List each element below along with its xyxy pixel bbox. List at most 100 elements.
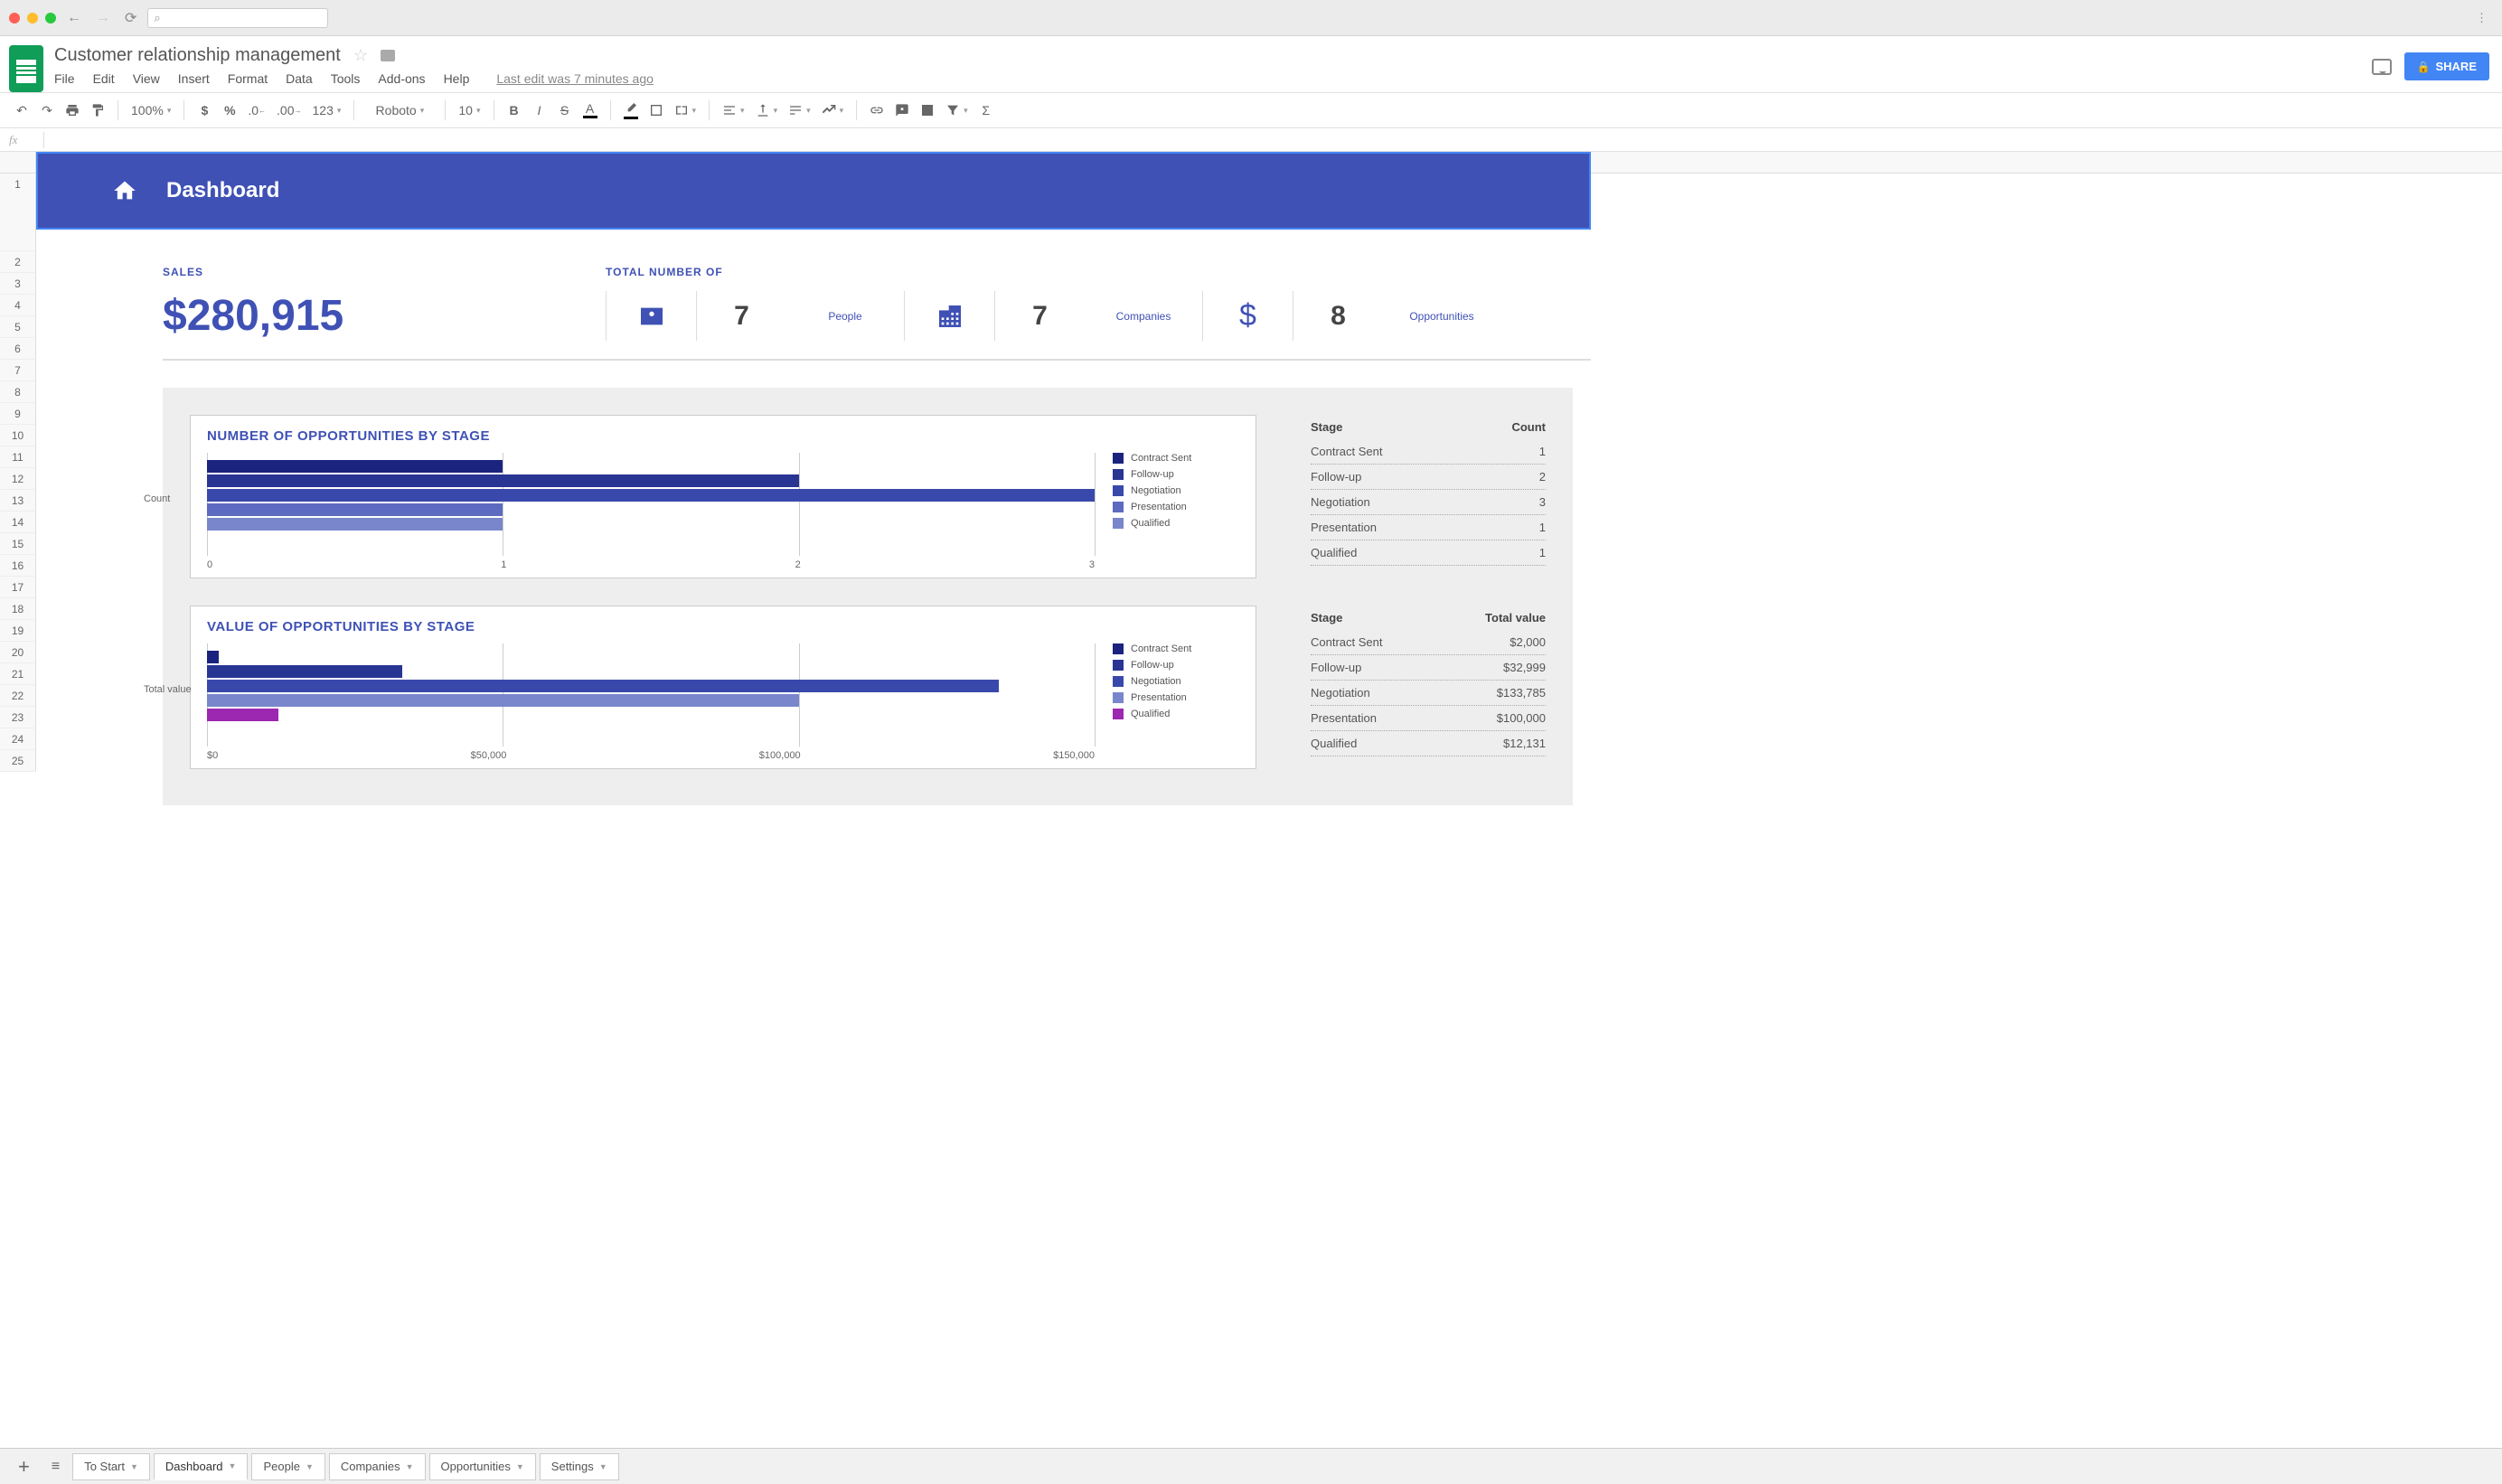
italic-icon[interactable]: I (529, 98, 550, 123)
functions-icon[interactable]: Σ (975, 98, 997, 123)
window-max-dot[interactable] (45, 13, 56, 23)
row-header[interactable]: 21 (0, 663, 36, 685)
doc-title[interactable]: Customer relationship management (54, 45, 341, 66)
sheet-tab[interactable]: Companies▼ (329, 1453, 426, 1480)
reload-icon[interactable]: ⟳ (121, 9, 140, 27)
folder-move-icon[interactable] (381, 50, 395, 61)
table-cell: Contract Sent (1311, 445, 1383, 458)
add-sheet-icon[interactable]: + (9, 1455, 39, 1479)
borders-icon[interactable] (645, 98, 667, 123)
strike-icon[interactable]: S (554, 98, 576, 123)
row-header[interactable]: 3 (0, 273, 36, 295)
share-button[interactable]: 🔒 SHARE (2404, 52, 2489, 80)
back-icon[interactable]: ← (63, 10, 85, 26)
charts-zone: NUMBER OF OPPORTUNITIES BY STAGECount012… (163, 388, 1573, 805)
redo-icon[interactable]: ↷ (36, 98, 58, 123)
row-header[interactable]: 25 (0, 750, 36, 772)
row-header[interactable]: 15 (0, 533, 36, 555)
menu-format[interactable]: Format (228, 71, 268, 86)
sheet-tab[interactable]: Dashboard▼ (154, 1453, 249, 1480)
sheet-tab[interactable]: To Start▼ (72, 1453, 150, 1480)
text-color-icon[interactable]: A (579, 98, 601, 123)
menu-file[interactable]: File (54, 71, 75, 86)
menu-tools[interactable]: Tools (331, 71, 361, 86)
font-size-select[interactable]: 10 (455, 98, 484, 123)
row-header[interactable]: 17 (0, 577, 36, 598)
row-header[interactable]: 12 (0, 468, 36, 490)
row-header[interactable]: 10 (0, 425, 36, 446)
browser-menu-icon[interactable]: ⋮ (2470, 11, 2493, 25)
row-header[interactable]: 7 (0, 360, 36, 381)
font-select[interactable]: Roboto (363, 98, 436, 123)
chart-icon[interactable] (917, 98, 938, 123)
star-icon[interactable]: ☆ (353, 46, 368, 65)
forward-icon[interactable]: → (92, 10, 114, 26)
sheets-logo-icon[interactable] (9, 45, 43, 92)
merge-icon[interactable] (671, 98, 701, 123)
row-header[interactable]: 18 (0, 598, 36, 620)
row-header[interactable]: 23 (0, 707, 36, 728)
row-header[interactable]: 2 (0, 251, 36, 273)
formula-bar[interactable]: fx (0, 128, 2502, 152)
chart-bar (207, 680, 999, 692)
menu-help[interactable]: Help (444, 71, 470, 86)
percent-icon[interactable]: % (219, 98, 240, 123)
chevron-down-icon[interactable]: ▼ (229, 1461, 237, 1470)
wrap-icon[interactable] (785, 98, 814, 123)
chart-card: NUMBER OF OPPORTUNITIES BY STAGECount012… (190, 415, 1256, 578)
menu-view[interactable]: View (133, 71, 160, 86)
link-icon[interactable] (866, 98, 888, 123)
filter-icon[interactable] (942, 98, 972, 123)
chevron-down-icon[interactable]: ▼ (599, 1462, 607, 1471)
row-headers: 1234567891011121314151617181920212223242… (0, 152, 36, 1437)
row-header[interactable]: 6 (0, 338, 36, 360)
undo-icon[interactable]: ↶ (11, 98, 33, 123)
number-format-select[interactable]: 123 (309, 98, 345, 123)
row-header[interactable]: 14 (0, 512, 36, 533)
menu-edit[interactable]: Edit (93, 71, 115, 86)
row-header[interactable]: 20 (0, 642, 36, 663)
row-header[interactable]: 24 (0, 728, 36, 750)
print-icon[interactable] (61, 98, 83, 123)
row-header[interactable]: 9 (0, 403, 36, 425)
v-align-icon[interactable] (752, 98, 782, 123)
all-sheets-icon[interactable]: ≡ (44, 1459, 67, 1475)
row-header[interactable]: 4 (0, 295, 36, 316)
decrease-decimal-icon[interactable]: .0← (244, 98, 269, 123)
chevron-down-icon[interactable]: ▼ (306, 1462, 314, 1471)
h-align-icon[interactable] (719, 98, 748, 123)
sheet-tab[interactable]: Opportunities▼ (429, 1453, 536, 1480)
last-edit-link[interactable]: Last edit was 7 minutes ago (496, 71, 654, 86)
zoom-select[interactable]: 100% (127, 98, 174, 123)
menu-insert[interactable]: Insert (178, 71, 210, 86)
sheet-tab[interactable]: People▼ (251, 1453, 325, 1480)
url-bar[interactable]: ⌕ (147, 8, 328, 28)
legend-swatch (1113, 660, 1124, 671)
menu-addons[interactable]: Add-ons (378, 71, 425, 86)
row-header[interactable]: 1 (0, 174, 36, 251)
currency-icon[interactable]: $ (193, 98, 215, 123)
row-header[interactable]: 5 (0, 316, 36, 338)
window-close-dot[interactable] (9, 13, 20, 23)
row-header[interactable]: 19 (0, 620, 36, 642)
chevron-down-icon[interactable]: ▼ (130, 1462, 138, 1471)
row-header[interactable]: 8 (0, 381, 36, 403)
comments-icon[interactable] (2372, 59, 2392, 75)
row-header[interactable]: 16 (0, 555, 36, 577)
menu-data[interactable]: Data (286, 71, 313, 86)
paint-format-icon[interactable] (87, 98, 108, 123)
people-icon (606, 291, 696, 341)
fill-color-icon[interactable] (620, 98, 642, 123)
legend-label: Negotiation (1131, 676, 1181, 687)
window-min-dot[interactable] (27, 13, 38, 23)
chevron-down-icon[interactable]: ▼ (516, 1462, 524, 1471)
sheet-tab[interactable]: Settings▼ (540, 1453, 619, 1480)
comment-icon[interactable] (891, 98, 913, 123)
bold-icon[interactable]: B (503, 98, 525, 123)
row-header[interactable]: 11 (0, 446, 36, 468)
row-header[interactable]: 13 (0, 490, 36, 512)
row-header[interactable]: 22 (0, 685, 36, 707)
increase-decimal-icon[interactable]: .00→ (273, 98, 305, 123)
rotate-icon[interactable] (818, 98, 848, 123)
chevron-down-icon[interactable]: ▼ (406, 1462, 414, 1471)
